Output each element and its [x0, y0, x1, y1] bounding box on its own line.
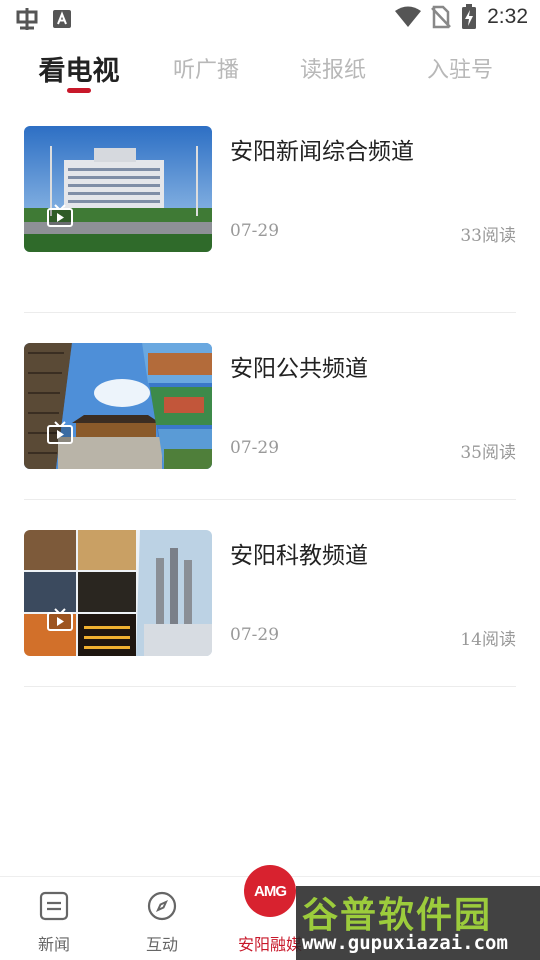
channel-thumbnail	[24, 126, 212, 252]
status-bar: 2:32	[0, 0, 540, 36]
channel-item[interactable]: 安阳科教频道 07-29 14阅读	[24, 500, 516, 687]
no-sim-icon	[431, 5, 452, 29]
tab-read-newspaper[interactable]: 读报纸	[283, 44, 383, 92]
nav-news[interactable]: 新闻	[0, 877, 108, 960]
channel-date: 07-29	[230, 221, 280, 241]
channel-list: 安阳新闻综合频道 07-29 33阅读 安阳公共频道 07-29 35阅读 安阳…	[24, 126, 516, 687]
channel-read-count: 33阅读	[460, 226, 516, 246]
tab-watch-tv[interactable]: 看电视	[29, 44, 129, 92]
channel-thumbnail	[24, 530, 212, 656]
tv-play-icon	[47, 421, 73, 444]
tab-listen-radio[interactable]: 听广播	[156, 44, 256, 92]
amg-logo[interactable]: AMG	[244, 865, 296, 917]
channel-read-count: 35阅读	[460, 443, 516, 463]
battery-charging-icon	[462, 4, 477, 29]
tv-play-icon	[47, 608, 73, 631]
nav-news-label: 新闻	[37, 935, 70, 954]
channel-date: 07-29	[230, 625, 280, 645]
tab-settled-accounts[interactable]: 入驻号	[410, 44, 510, 92]
channel-title: 安阳科教频道	[230, 543, 368, 569]
compass-icon	[147, 891, 177, 921]
channel-title: 安阳新闻综合频道	[230, 139, 414, 165]
watermark-url: www.gupuxiazai.com	[302, 932, 508, 954]
watermark: 谷普软件园 www.gupuxiazai.com	[296, 886, 540, 960]
nav-interact-label: 互动	[145, 935, 178, 954]
status-time: 2:32	[487, 5, 528, 28]
channel-item[interactable]: 安阳新闻综合频道 07-29 33阅读	[24, 126, 516, 313]
news-list-icon	[39, 891, 69, 921]
active-tab-indicator	[67, 88, 91, 93]
font-a-icon	[53, 10, 71, 28]
channel-title: 安阳公共频道	[230, 356, 368, 382]
status-left-icons	[14, 6, 72, 32]
nav-interact[interactable]: 互动	[108, 877, 216, 960]
wifi-icon	[395, 6, 422, 27]
watermark-title: 谷普软件园	[302, 895, 493, 936]
status-right-icons: 2:32	[395, 4, 528, 30]
channel-date: 07-29	[230, 438, 280, 458]
channel-item[interactable]: 安阳公共频道 07-29 35阅读	[24, 313, 516, 500]
bug-app-icon	[16, 8, 38, 30]
channel-read-count: 14阅读	[460, 630, 516, 650]
channel-thumbnail	[24, 343, 212, 469]
tv-play-icon	[47, 204, 73, 227]
